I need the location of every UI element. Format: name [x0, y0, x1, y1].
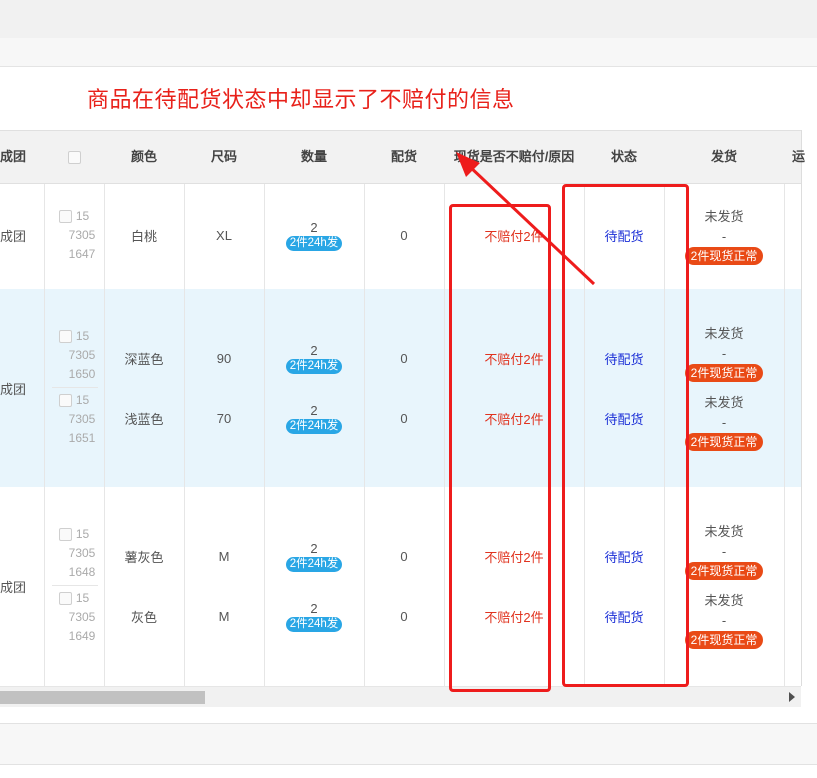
annotation-arrow: [456, 152, 596, 286]
